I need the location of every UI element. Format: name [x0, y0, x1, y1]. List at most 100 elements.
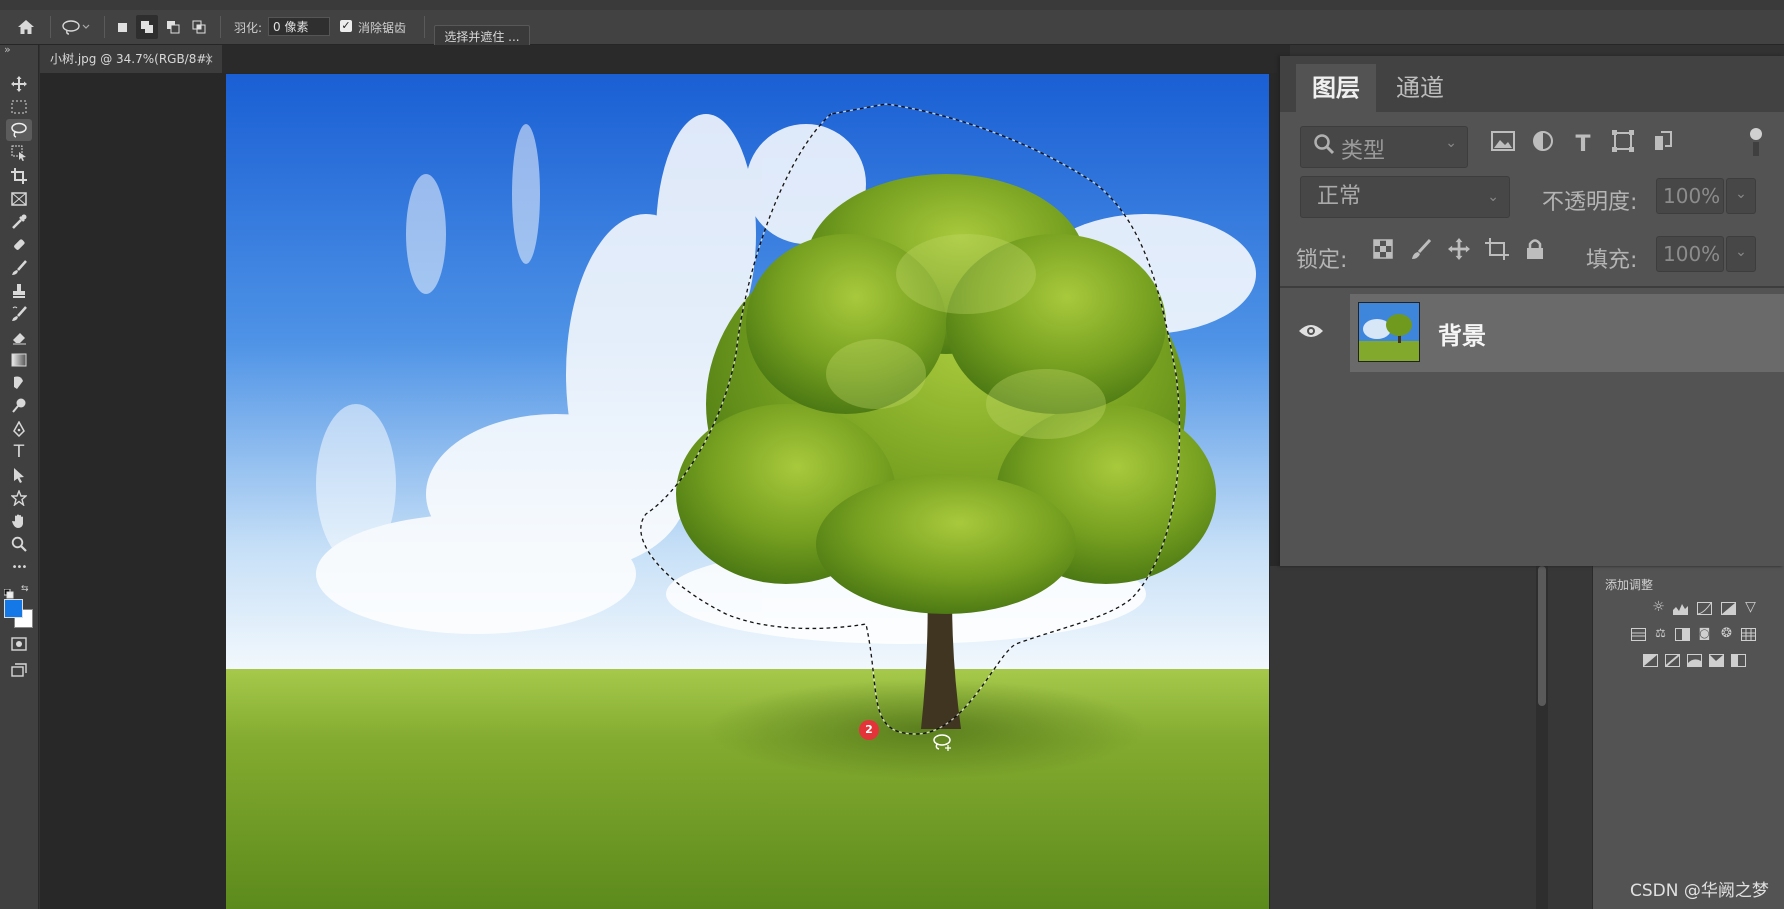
opacity-dropdown-icon[interactable]: ⌄ — [1726, 178, 1756, 214]
adjustments-panel: 添加调整 ☼ ▽ ⚖ ◙ ❂ — [1592, 566, 1784, 909]
dodge-tool-icon[interactable] — [6, 395, 32, 417]
type-tool-icon[interactable]: T — [6, 441, 32, 463]
lock-position-icon[interactable] — [1444, 238, 1474, 268]
healing-tool-icon[interactable] — [6, 234, 32, 256]
brightness-icon[interactable]: ☼ — [1651, 600, 1666, 615]
quick-mask-icon[interactable] — [6, 633, 32, 655]
default-colors-icon[interactable] — [3, 584, 14, 599]
object-select-tool-icon[interactable] — [6, 142, 32, 164]
levels-icon[interactable] — [1673, 602, 1688, 615]
eyedropper-tool-icon[interactable] — [6, 211, 32, 233]
lock-image-pixels-icon[interactable] — [1406, 238, 1436, 268]
blend-mode-value: 正常 — [1317, 184, 1362, 209]
lasso-tool-icon[interactable] — [6, 119, 32, 141]
fill-label: 填充: — [1586, 248, 1638, 273]
search-icon — [1313, 133, 1335, 163]
feather-label: 羽化: — [234, 21, 263, 35]
gradient-map-icon[interactable] — [1709, 654, 1724, 667]
brush-tool-icon[interactable] — [6, 257, 32, 279]
step-badge-2: 2 — [859, 720, 879, 740]
history-brush-tool-icon[interactable] — [6, 303, 32, 325]
lasso-preset-icon[interactable] — [58, 15, 94, 39]
move-tool-icon[interactable] — [6, 73, 32, 95]
filter-type-label: 类型 — [1341, 139, 1386, 164]
threshold-icon[interactable] — [1687, 654, 1702, 667]
smudge-tool-icon[interactable] — [6, 372, 32, 394]
exposure-icon[interactable] — [1721, 602, 1736, 615]
invert-icon[interactable] — [1643, 654, 1658, 667]
document-tab[interactable]: 小树.jpg @ 34.7%(RGB/8#) * × — [40, 45, 222, 94]
tab-layers[interactable]: 图层 — [1296, 64, 1376, 112]
layer-thumbnail — [1358, 302, 1420, 362]
panel-scrollbar-thumb[interactable] — [1538, 566, 1546, 706]
curves-icon[interactable] — [1697, 602, 1712, 615]
shape-tool-icon[interactable] — [6, 487, 32, 509]
type-filter-icon[interactable]: T — [1568, 130, 1598, 160]
stamp-tool-icon[interactable] — [6, 280, 32, 302]
panel-scrollbar-track[interactable] — [1536, 566, 1548, 909]
layers-panel: 图层 通道 类型 ⌄ T 正常 ⌄ 不透明度: 100% ⌄ 锁定: 填充: 1… — [1280, 56, 1784, 566]
layer-row-background[interactable]: 背景 — [1350, 294, 1784, 372]
adjustment-filter-icon[interactable] — [1528, 130, 1558, 160]
posterize-icon[interactable] — [1665, 654, 1680, 667]
eye-icon[interactable] — [1298, 322, 1324, 344]
intersect-selection-icon[interactable] — [188, 15, 210, 39]
crop-tool-icon[interactable] — [6, 165, 32, 187]
hue-saturation-icon[interactable] — [1631, 628, 1646, 641]
toolbar: » T ••• ⇆ — [0, 43, 39, 909]
document-tab-bar: 小树.jpg @ 34.7%(RGB/8#) * × — [40, 45, 1290, 94]
close-tab-icon[interactable]: × — [204, 45, 214, 73]
color-balance-icon[interactable]: ⚖ — [1653, 627, 1668, 641]
chevron-down-icon: ⌄ — [1445, 135, 1457, 151]
layer-filter-dropdown[interactable]: 类型 ⌄ — [1300, 126, 1468, 168]
toolbar-collapse-icon[interactable]: » — [4, 43, 11, 56]
vibrance-icon[interactable]: ▽ — [1743, 600, 1758, 615]
photo-filter-icon[interactable]: ◙ — [1697, 627, 1712, 641]
adjustments-title: 添加调整 — [1605, 578, 1654, 592]
subtract-selection-icon[interactable] — [162, 15, 184, 39]
layer-name[interactable]: 背景 — [1438, 316, 1486, 351]
image-filter-icon[interactable] — [1488, 130, 1518, 160]
antialias-checkbox[interactable]: ✓ — [340, 20, 352, 32]
opacity-input[interactable]: 100% — [1656, 178, 1724, 214]
opacity-label: 不透明度: — [1542, 190, 1638, 215]
black-white-icon[interactable] — [1675, 628, 1690, 641]
marquee-tool-icon[interactable] — [6, 96, 32, 118]
lock-label: 锁定: — [1296, 248, 1348, 273]
lock-all-icon[interactable] — [1520, 238, 1550, 268]
screen-mode-icon[interactable] — [6, 659, 32, 681]
frame-tool-icon[interactable] — [6, 188, 32, 210]
hand-tool-icon[interactable] — [6, 510, 32, 532]
layer-visibility-cell[interactable] — [1280, 294, 1346, 372]
lock-transparent-icon[interactable] — [1368, 238, 1398, 268]
selective-color-icon[interactable] — [1731, 654, 1746, 667]
pen-tool-icon[interactable] — [6, 418, 32, 440]
fill-dropdown-icon[interactable]: ⌄ — [1726, 236, 1756, 272]
foreground-color-swatch[interactable] — [4, 599, 23, 618]
shape-filter-icon[interactable] — [1608, 130, 1638, 160]
blend-mode-select[interactable]: 正常 ⌄ — [1300, 176, 1510, 218]
feather-input[interactable]: 0 像素 — [268, 17, 330, 36]
color-lookup-icon[interactable] — [1741, 628, 1756, 641]
zoom-tool-icon[interactable] — [6, 533, 32, 555]
antialias-label: 消除锯齿 — [358, 21, 407, 35]
options-bar: 羽化: 0 像素 ✓ 消除锯齿 选择并遮住 ... — [0, 10, 1784, 49]
new-selection-icon[interactable] — [112, 15, 132, 39]
tab-channels[interactable]: 通道 — [1380, 64, 1460, 112]
fill-input[interactable]: 100% — [1656, 236, 1724, 272]
channel-mixer-icon[interactable]: ❂ — [1719, 627, 1734, 641]
chevron-down-icon: ⌄ — [1487, 189, 1499, 205]
eraser-tool-icon[interactable] — [6, 326, 32, 348]
add-selection-icon[interactable] — [136, 15, 158, 39]
home-icon[interactable] — [12, 15, 40, 39]
gradient-tool-icon[interactable] — [6, 349, 32, 371]
watermark: CSDN @华阙之梦 — [1630, 881, 1769, 901]
lock-artboard-icon[interactable] — [1482, 238, 1512, 268]
swap-colors-icon[interactable]: ⇆ — [21, 584, 31, 594]
path-select-tool-icon[interactable] — [6, 464, 32, 486]
smart-object-filter-icon[interactable] — [1648, 130, 1678, 160]
document-canvas-image[interactable] — [226, 74, 1269, 909]
menu-bar-strip — [0, 0, 1784, 10]
filter-toggle[interactable] — [1748, 128, 1764, 156]
more-tools-icon[interactable]: ••• — [6, 556, 32, 578]
